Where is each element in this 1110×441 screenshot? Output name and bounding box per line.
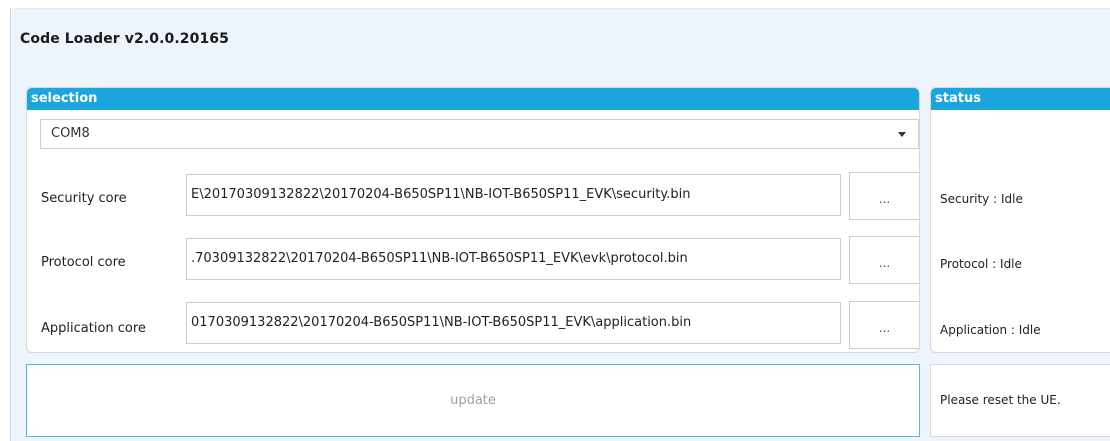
security-core-path-field[interactable]: E\20170309132822\20170204-B650SP11\NB-IO… (186, 174, 841, 216)
status-header: status (931, 88, 1110, 110)
com-port-select[interactable]: COM8 (40, 119, 919, 149)
application-core-label: Application core (41, 321, 146, 336)
protocol-core-path-field[interactable]: .70309132822\20170204-B650SP11\NB-IOT-B6… (186, 238, 841, 280)
protocol-core-path: .70309132822\20170204-B650SP11\NB-IOT-B6… (191, 251, 688, 266)
selection-header: selection (27, 88, 919, 110)
com-port-value: COM8 (51, 126, 90, 141)
application-status: Application : Idle (940, 323, 1041, 337)
security-status: Security : Idle (940, 192, 1023, 206)
application-core-path: 0170309132822\20170204-B650SP11\NB-IOT-B… (191, 315, 692, 330)
protocol-core-label: Protocol core (41, 255, 126, 270)
application-core-path-field[interactable]: 0170309132822\20170204-B650SP11\NB-IOT-B… (186, 302, 841, 344)
status-message: Please reset the UE. (930, 364, 1110, 437)
window-title: Code Loader v2.0.0.20165 (20, 31, 229, 47)
code-loader-window: Code Loader v2.0.0.20165 selection COM8 … (10, 8, 1110, 441)
security-core-label: Security core (41, 191, 127, 206)
dropdown-arrow-icon[interactable] (898, 132, 906, 137)
protocol-status: Protocol : Idle (940, 257, 1022, 271)
status-panel: status Security : Idle Protocol : Idle A… (930, 87, 1110, 353)
security-core-browse-button[interactable]: ... (849, 172, 919, 220)
application-core-browse-button[interactable]: ... (849, 301, 919, 349)
security-core-path: E\20170309132822\20170204-B650SP11\NB-IO… (191, 187, 691, 202)
selection-panel: selection COM8 Security core E\201703091… (26, 87, 920, 353)
update-button[interactable]: update (26, 364, 920, 437)
protocol-core-browse-button[interactable]: ... (849, 236, 919, 284)
